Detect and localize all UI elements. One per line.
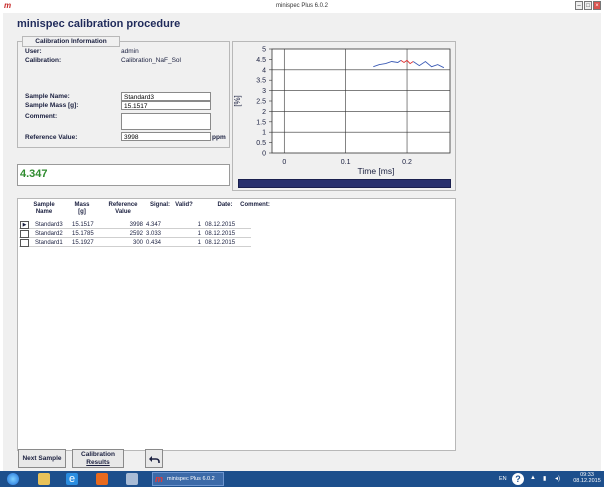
cell-reference: 2592: [129, 231, 143, 237]
col-header-valid: Valid?: [175, 202, 193, 208]
sample-mass-label: Sample Mass [g]:: [25, 102, 79, 109]
tray-arrow-icon[interactable]: ▲: [530, 475, 536, 481]
x-tick-label: 0.1: [341, 159, 351, 166]
language-indicator[interactable]: EN: [499, 476, 507, 482]
maximize-button[interactable]: □: [584, 1, 592, 10]
plot-area: [271, 48, 451, 154]
help-icon[interactable]: ?: [512, 473, 524, 485]
cell-name: Standard1: [35, 240, 63, 246]
cell-date: 08.12.2015: [205, 240, 236, 246]
internet-explorer-icon[interactable]: e: [66, 473, 78, 485]
sample-mass-input[interactable]: 15.1517: [121, 101, 211, 110]
y-tick-label: 1: [262, 130, 266, 137]
cell-signal: 3.033: [146, 231, 162, 237]
page-title: minispec calibration procedure: [17, 18, 181, 30]
y-tick-label: 0.5: [256, 140, 266, 147]
calibration-results-label-line1: Calibration: [81, 451, 115, 458]
cell-date: 08.12.2015: [205, 222, 236, 228]
cell-mass: 15.1517: [72, 222, 94, 228]
col-header-reference: Reference Value: [108, 202, 138, 215]
calibration-results-button[interactable]: Calibration Results: [72, 449, 124, 468]
y-tick-label: 5: [262, 47, 266, 54]
calibration-value: Calibration_NaF_Sol: [121, 57, 181, 64]
volume-icon[interactable]: ◂): [555, 475, 560, 482]
y-tick-label: 2: [262, 109, 266, 116]
cell-name: Standard2: [35, 231, 63, 237]
result-box: [17, 164, 230, 186]
y-tick-label: 3.5: [256, 78, 266, 85]
y-tick-label: 3: [262, 88, 266, 95]
start-button-icon[interactable]: [7, 473, 19, 485]
media-player-icon[interactable]: [96, 473, 108, 485]
col-header-sample-name: Sample Name: [33, 202, 55, 215]
signal-chart: 0 0.5 1 1.5 2 2.5 3 3.5 4 4.5 5 0 0.1 0.2 Time [ms] [%]: [233, 47, 451, 176]
result-value: 4.347: [20, 168, 48, 180]
col-header-date: Date:: [217, 202, 233, 208]
progress-fill: [239, 180, 450, 187]
cell-mass: 15.1785: [72, 231, 94, 237]
y-axis-label: [%]: [233, 95, 242, 107]
cell-mass: 15.1927: [72, 240, 94, 246]
y-tick-label: 0: [262, 151, 266, 158]
sample-name-input[interactable]: Standard3: [121, 92, 211, 101]
calibration-results-label-line2: Results: [86, 459, 110, 466]
clock-date: 08.12.2015: [573, 478, 601, 484]
undo-arrow-icon: [149, 456, 160, 463]
row-selector[interactable]: [20, 239, 29, 247]
minimize-button[interactable]: –: [575, 1, 583, 10]
reference-unit: ppm: [212, 134, 226, 141]
y-tick-label: 2.5: [256, 99, 266, 106]
network-icon[interactable]: ▮: [543, 475, 546, 482]
col-header-comment: Comment:: [240, 202, 270, 208]
col-header-signal: Signal:: [149, 202, 170, 208]
y-tick-label: 1.5: [256, 119, 266, 126]
row-selector-current-icon[interactable]: ▶: [20, 221, 29, 229]
sample-name-label: Sample Name:: [25, 93, 70, 100]
reference-value-label: Reference Value:: [25, 134, 78, 141]
next-sample-button[interactable]: Next Sample: [18, 449, 66, 468]
document-icon[interactable]: [126, 473, 138, 485]
window-title: minispec Plus 6.0.2: [275, 3, 329, 9]
cell-valid: 1: [197, 222, 201, 228]
x-tick-label: 0.2: [402, 159, 412, 166]
cell-date: 08.12.2015: [205, 231, 236, 237]
cell-valid: 1: [197, 240, 201, 246]
close-button[interactable]: ×: [593, 1, 601, 10]
x-tick-label: 0: [282, 159, 286, 166]
comment-label: Comment:: [25, 113, 58, 120]
user-value: admin: [121, 48, 139, 55]
cell-reference: 3998: [129, 222, 143, 228]
cell-signal: 0.434: [146, 240, 162, 246]
comment-input[interactable]: [121, 113, 211, 130]
calibration-label: Calibration:: [25, 57, 62, 64]
y-tick-label: 4.5: [256, 57, 266, 64]
row-selector[interactable]: [20, 230, 29, 238]
cell-name: Standard3: [35, 222, 63, 228]
cell-valid: 1: [197, 231, 201, 237]
reference-value-input[interactable]: 3998: [121, 132, 211, 141]
user-label: User:: [25, 48, 42, 55]
undo-button[interactable]: [145, 449, 163, 468]
progress-bar: [238, 179, 451, 188]
cell-signal: 4.347: [146, 222, 162, 228]
x-axis-label: Time [ms]: [358, 166, 395, 176]
calibration-info-legend: Calibration Information: [22, 36, 120, 47]
file-explorer-icon[interactable]: [38, 473, 50, 485]
window-controls: – □ ×: [575, 1, 601, 10]
y-tick-label: 4: [262, 67, 266, 74]
clock[interactable]: 09:33 08.12.2015: [572, 472, 602, 484]
col-header-mass: Mass [g]: [74, 202, 90, 215]
minispec-taskbar-icon: m: [155, 474, 164, 484]
cell-reference: 300: [132, 240, 143, 246]
